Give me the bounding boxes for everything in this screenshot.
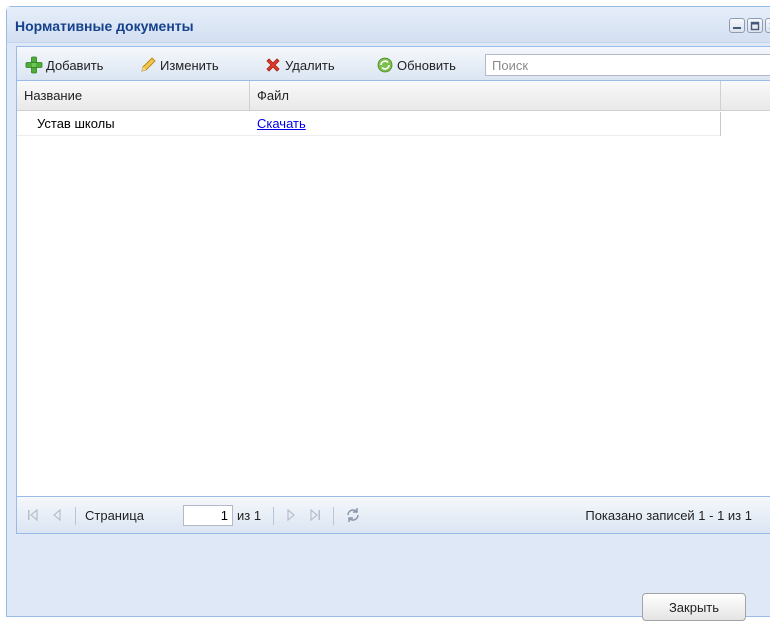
minimize-icon[interactable] — [729, 18, 745, 33]
records-summary: Показано записей 1 - 1 из 1 — [585, 508, 752, 523]
close-icon[interactable] — [765, 18, 770, 33]
table-row[interactable]: Устав школы Скачать — [17, 112, 721, 136]
window-titlebar[interactable]: Нормативные документы — [7, 7, 770, 43]
pager-separator — [273, 507, 274, 525]
add-button[interactable]: Добавить — [25, 55, 103, 75]
delete-button-label: Удалить — [285, 57, 335, 73]
row-divider — [720, 112, 721, 136]
add-icon — [25, 56, 43, 74]
column-header-file[interactable]: Файл — [250, 81, 721, 111]
search-input[interactable] — [485, 54, 770, 76]
close-button[interactable]: Закрыть — [642, 593, 746, 621]
grid-header: Название Файл — [17, 81, 770, 111]
first-page-icon[interactable] — [27, 509, 39, 521]
delete-button[interactable]: Удалить — [264, 55, 335, 75]
prev-page-icon[interactable] — [51, 509, 63, 521]
page-number-input[interactable] — [183, 505, 233, 526]
maximize-icon[interactable] — [747, 18, 763, 33]
next-page-icon[interactable] — [285, 509, 297, 521]
refresh-button[interactable]: Обновить — [376, 55, 456, 75]
toolbar: Добавить Изменить Удалить Обновить — [17, 47, 770, 81]
edit-button-label: Изменить — [160, 57, 219, 73]
delete-icon — [266, 58, 280, 72]
reload-icon[interactable] — [344, 506, 362, 524]
edit-pencil-icon — [141, 57, 156, 72]
window-title: Нормативные документы — [15, 18, 194, 34]
download-link[interactable]: Скачать — [257, 112, 306, 136]
documents-panel: Добавить Изменить Удалить Обновить Назва… — [16, 46, 770, 534]
pager-separator — [333, 507, 334, 525]
pager-separator — [75, 507, 76, 525]
row-name-cell: Устав школы — [37, 116, 115, 131]
page-count-label: из 1 — [237, 508, 262, 523]
refresh-button-label: Обновить — [397, 57, 456, 73]
last-page-icon[interactable] — [309, 509, 321, 521]
edit-button[interactable]: Изменить — [139, 55, 219, 75]
add-button-label: Добавить — [46, 57, 104, 73]
page-label: Страница — [85, 508, 144, 523]
window-tools — [729, 18, 770, 33]
column-header-name[interactable]: Название — [17, 81, 250, 111]
refresh-icon — [377, 57, 393, 73]
pagination-bar: Страница из 1 Показано записей 1 - 1 из … — [17, 496, 770, 533]
